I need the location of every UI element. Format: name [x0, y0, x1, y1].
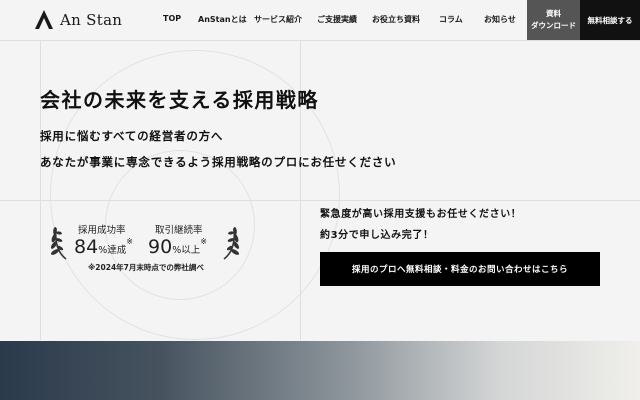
stat-unit-retention: %以上: [172, 245, 201, 256]
stat-number-success: 84: [74, 236, 99, 258]
hero-subtitle-line2: あなたが事業に専念できるよう採用戦略のプロにお任せください: [40, 155, 397, 169]
nav-services[interactable]: サービス紹介: [254, 14, 302, 25]
laurel-left-icon: [50, 227, 67, 260]
download-button-line1: 資料: [546, 9, 561, 18]
nav-about[interactable]: AnStanとは: [198, 14, 247, 25]
stats-footnote: ※2024年7月末時点での弊社調べ: [88, 263, 204, 272]
stat-label-success-rate: 採用成功率: [78, 225, 126, 236]
stat-value-success-rate: 84%達成※: [74, 236, 133, 258]
cta-text-line1: 緊急度が高い採用支援もお任せください！: [320, 209, 522, 220]
download-button[interactable]: 資料 ダウンロード: [527, 0, 580, 40]
stat-label-retention-rate: 取引継続率: [155, 225, 203, 236]
nav-cases[interactable]: ご支援実績: [317, 14, 357, 25]
hero-subtitle-line1: 採用に悩むすべての経営者の方へ: [40, 129, 224, 143]
nav-column[interactable]: コラム: [439, 14, 463, 25]
download-button-line2: ダウンロード: [531, 21, 576, 30]
free-consultation-button[interactable]: 無料相談する: [580, 0, 640, 40]
logo-mark-icon: [35, 10, 53, 29]
stat-mark-success: ※: [126, 237, 133, 246]
stat-unit-success: %達成: [98, 245, 127, 256]
hero-title: 会社の未来を支える採用戦略: [40, 88, 319, 112]
bottom-gradient-band: [0, 341, 640, 400]
nav-news[interactable]: お知らせ: [484, 14, 516, 25]
nav-top[interactable]: TOP: [163, 14, 181, 23]
contact-cta-button[interactable]: 採用のプロへ無料相談・料金のお問い合わせはこちら: [320, 252, 600, 286]
stat-value-retention-rate: 90%以上※: [148, 236, 207, 258]
bg-line-horizontal-top: [0, 40, 640, 41]
nav-resources[interactable]: お役立ち資料: [372, 14, 420, 25]
logo-text: An Stan: [60, 11, 123, 29]
logo[interactable]: An Stan: [33, 9, 122, 31]
stat-mark-retention: ※: [200, 237, 207, 246]
stat-number-retention: 90: [148, 236, 173, 258]
cta-text-line2: 約3分で申し込み完了！: [320, 230, 434, 241]
laurel-right-icon: [223, 227, 240, 260]
